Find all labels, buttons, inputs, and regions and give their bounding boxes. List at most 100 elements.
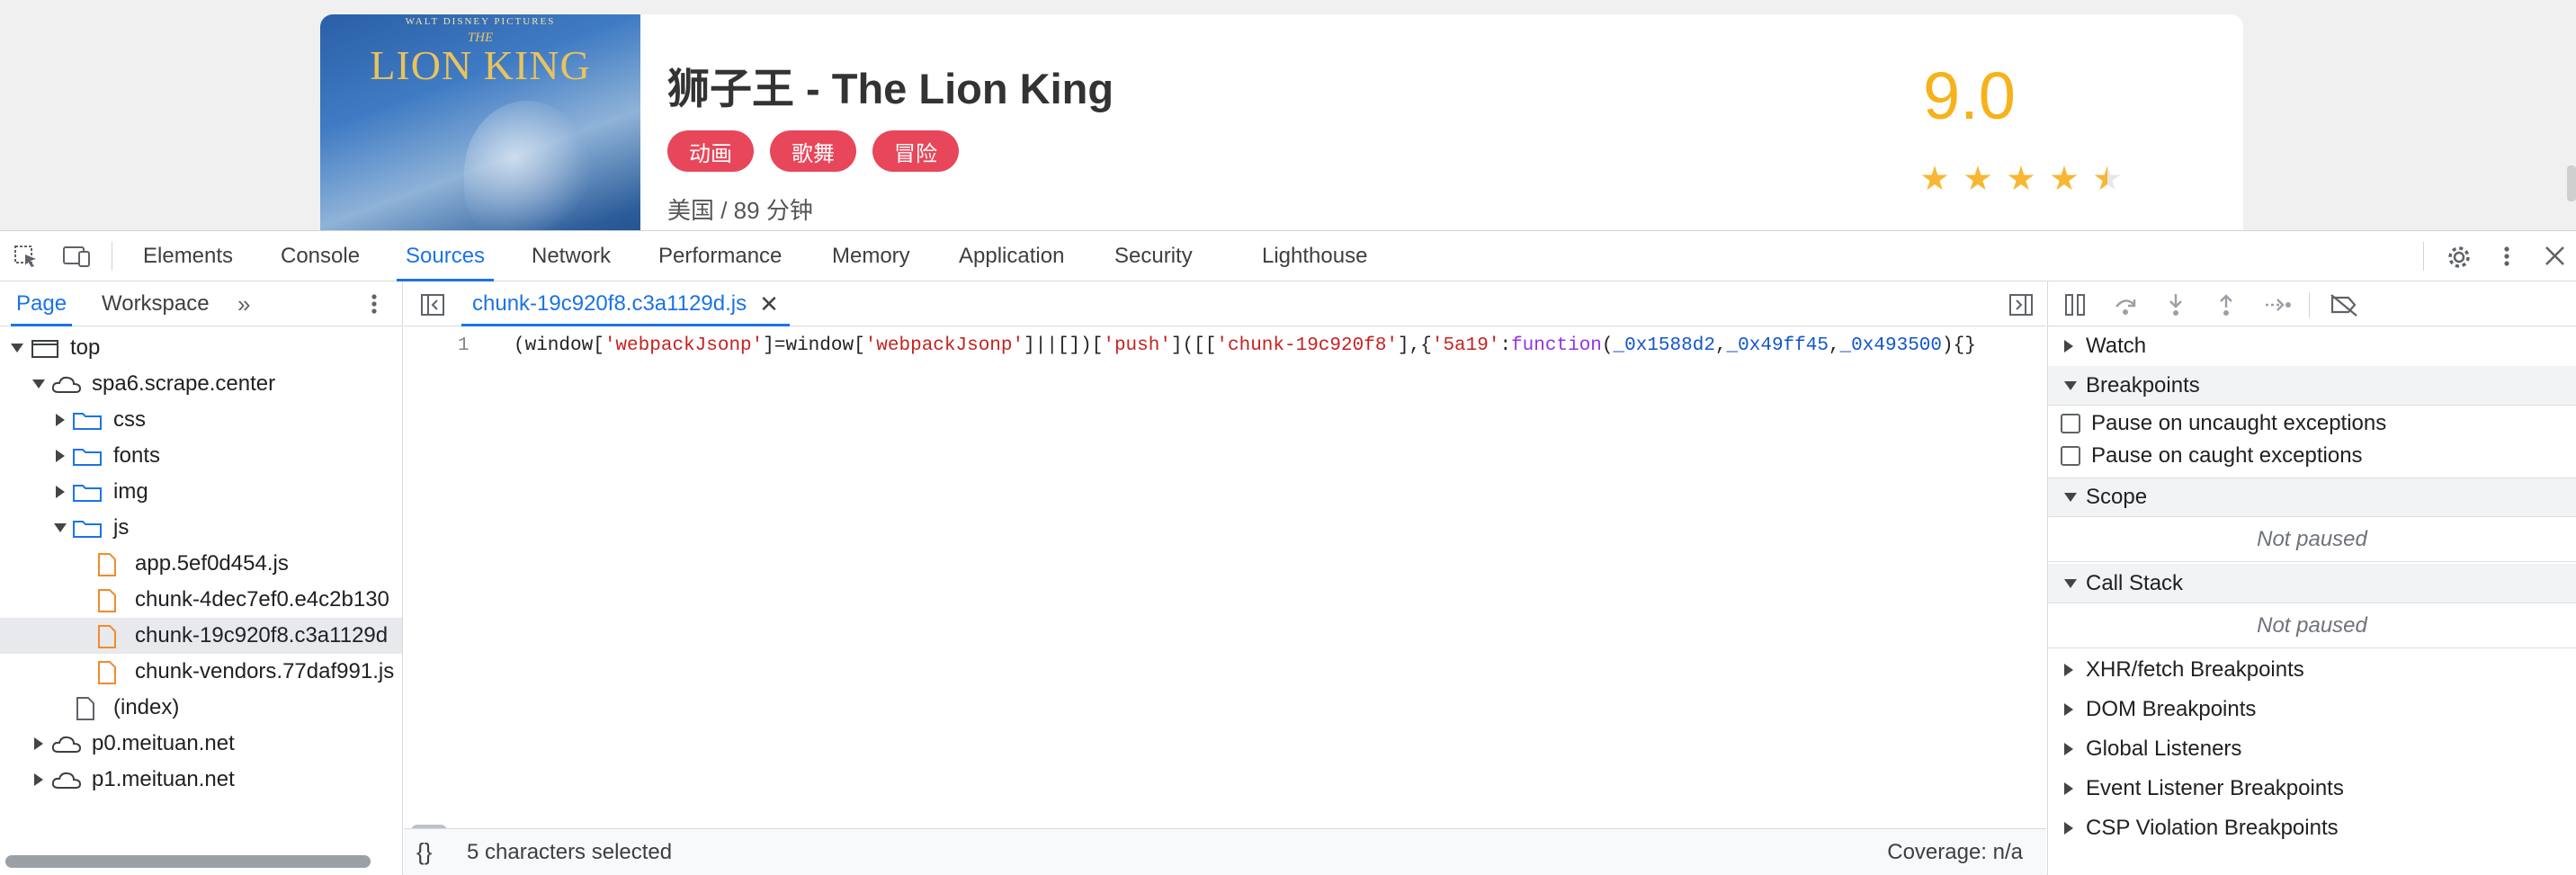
cloud-icon <box>50 734 83 762</box>
collapsed-arrow-icon <box>56 414 65 426</box>
tab-console[interactable]: Console <box>281 231 360 281</box>
section-event-listener-breakpoints[interactable]: Event Listener Breakpoints <box>2048 769 2576 808</box>
close-devtools-icon[interactable] <box>2542 244 2569 269</box>
code-token: 'push' <box>1103 335 1171 356</box>
tab-security[interactable]: Security <box>1114 231 1193 281</box>
collapsed-arrow-icon <box>2064 782 2073 795</box>
expanded-arrow-icon <box>2064 578 2077 588</box>
tree-item-label: chunk-vendors.77daf991.js <box>135 659 395 683</box>
movie-card[interactable]: WALT DISNEY PICTURES THE LION KING 狮子王 -… <box>320 14 2243 230</box>
pause-uncaught-checkbox[interactable] <box>2061 414 2080 433</box>
pause-uncaught-row[interactable]: Pause on uncaught exceptions <box>2048 407 2576 440</box>
code-token: , <box>1714 335 1727 356</box>
tree-item-top[interactable]: top <box>0 330 402 366</box>
pause-caught-checkbox[interactable] <box>2061 446 2080 466</box>
tree-item-domain[interactable]: spa6.scrape.center <box>0 366 402 402</box>
tree-item-domain[interactable]: p0.meituan.net <box>0 726 402 762</box>
page-scrollbar[interactable] <box>2567 165 2576 201</box>
collapsed-arrow-icon <box>2064 743 2073 755</box>
toggle-navigator-icon[interactable] <box>420 292 445 322</box>
folder-icon <box>72 411 103 437</box>
step-into-icon[interactable] <box>2163 292 2188 317</box>
code-token: ]=window[ <box>763 335 865 356</box>
section-scope[interactable]: Scope <box>2048 478 2576 517</box>
section-label: Scope <box>2086 485 2148 509</box>
tree-item-domain[interactable]: p1.meituan.net <box>0 762 402 798</box>
devtools-panel: Elements Console Sources Network Perform… <box>0 230 2576 875</box>
tab-elements[interactable]: Elements <box>143 231 233 281</box>
coverage-status[interactable]: Coverage: n/a <box>1887 840 2023 865</box>
deactivate-breakpoints-icon[interactable] <box>2329 292 2357 317</box>
movie-poster[interactable]: WALT DISNEY PICTURES THE LION KING <box>320 14 640 230</box>
code-text[interactable]: (window['webpackJsonp']=window['webpackJ… <box>514 335 1976 356</box>
code-token: _0x49ff45 <box>1726 335 1829 356</box>
section-global-listeners[interactable]: Global Listeners <box>2048 729 2576 769</box>
inspect-element-icon[interactable] <box>13 244 40 269</box>
tree-item-file[interactable]: (index) <box>0 690 402 726</box>
poster-studio-text: WALT DISNEY PICTURES <box>405 16 556 27</box>
tab-network[interactable]: Network <box>532 231 611 281</box>
close-tab-icon[interactable]: ✕ <box>759 290 779 318</box>
tab-performance[interactable]: Performance <box>658 231 782 281</box>
code-token: 'chunk-19c920f8' <box>1216 335 1399 356</box>
tab-application[interactable]: Application <box>959 231 1064 281</box>
star-icon <box>2051 165 2078 191</box>
tree-item-folder-css[interactable]: css <box>0 402 402 438</box>
source-editor: chunk-19c920f8.c3a1129d.js ✕ 1 (window['… <box>404 281 2046 875</box>
collapsed-arrow-icon <box>34 737 43 750</box>
settings-gear-icon[interactable] <box>2446 244 2473 269</box>
section-breakpoints[interactable]: Breakpoints <box>2048 366 2576 406</box>
more-options-icon[interactable] <box>2493 244 2520 269</box>
pause-caught-row[interactable]: Pause on caught exceptions <box>2048 440 2576 472</box>
selection-status: 5 characters selected <box>467 839 673 864</box>
editor-file-tab-label: chunk-19c920f8.c3a1129d.js <box>472 291 747 316</box>
tab-page[interactable]: Page <box>10 281 73 326</box>
movie-title[interactable]: 狮子王 - The Lion King <box>667 54 1114 116</box>
folder-icon <box>72 519 103 545</box>
more-tabs-chevron-icon[interactable]: » <box>237 281 250 326</box>
pause-icon[interactable] <box>2062 292 2088 317</box>
tree-item-file[interactable]: chunk-vendors.77daf991.js <box>0 654 402 690</box>
code-token: ]||[])[ <box>1024 335 1104 356</box>
section-call-stack[interactable]: Call Stack <box>2048 564 2576 603</box>
device-toolbar-icon[interactable] <box>61 244 90 269</box>
tree-item-file[interactable]: chunk-4dec7ef0.e4c2b130 <box>0 582 402 618</box>
line-number: 1 <box>458 335 470 356</box>
navigator-menu-icon[interactable] <box>363 281 385 326</box>
step-out-icon[interactable] <box>2214 292 2239 317</box>
pretty-print-braces-icon[interactable]: {} <box>416 838 432 866</box>
code-token: function <box>1511 335 1602 356</box>
collapsed-arrow-icon <box>2064 340 2073 353</box>
tree-item-folder-fonts[interactable]: fonts <box>0 438 402 474</box>
tab-memory[interactable]: Memory <box>832 231 910 281</box>
tab-lighthouse[interactable]: Lighthouse <box>1262 231 1367 281</box>
editor-status-bar: {} 5 characters selected Coverage: n/a <box>404 828 2046 875</box>
star-icon <box>2008 165 2035 191</box>
navigator-scrollbar[interactable] <box>5 855 371 868</box>
toggle-debugger-icon[interactable] <box>2008 292 2034 322</box>
tree-item-file-selected[interactable]: chunk-19c920f8.c3a1129d <box>0 618 402 654</box>
step-icon[interactable] <box>2264 292 2291 317</box>
toolbar-divider <box>2423 242 2424 271</box>
tree-item-folder-img[interactable]: img <box>0 474 402 510</box>
section-watch[interactable]: Watch <box>2048 326 2576 366</box>
tree-item-file[interactable]: app.5ef0d454.js <box>0 546 402 582</box>
frame-icon <box>31 339 59 365</box>
section-dom-breakpoints[interactable]: DOM Breakpoints <box>2048 690 2576 729</box>
step-over-icon[interactable] <box>2113 292 2138 317</box>
tree-item-label: p0.meituan.net <box>92 731 235 755</box>
star-icon <box>1964 165 1991 191</box>
section-label: Call Stack <box>2086 570 2184 595</box>
code-token: 'webpackJsonp' <box>604 335 764 356</box>
tree-item-folder-js[interactable]: js <box>0 510 402 546</box>
navigator-tabs: Page Workspace » <box>0 281 402 326</box>
editor-file-tab[interactable]: chunk-19c920f8.c3a1129d.js ✕ <box>461 281 790 326</box>
tag-musical: 歌舞 <box>770 130 856 172</box>
tab-workspace[interactable]: Workspace <box>102 281 210 326</box>
sources-navigator: Page Workspace » top spa6.scrape.center … <box>0 281 403 875</box>
tree-item-label: js <box>113 515 130 540</box>
collapsed-arrow-icon <box>2064 822 2073 835</box>
section-xhr-breakpoints[interactable]: XHR/fetch Breakpoints <box>2048 650 2576 690</box>
tab-sources[interactable]: Sources <box>396 231 495 281</box>
section-csp-violation-breakpoints[interactable]: CSP Violation Breakpoints <box>2048 808 2576 848</box>
